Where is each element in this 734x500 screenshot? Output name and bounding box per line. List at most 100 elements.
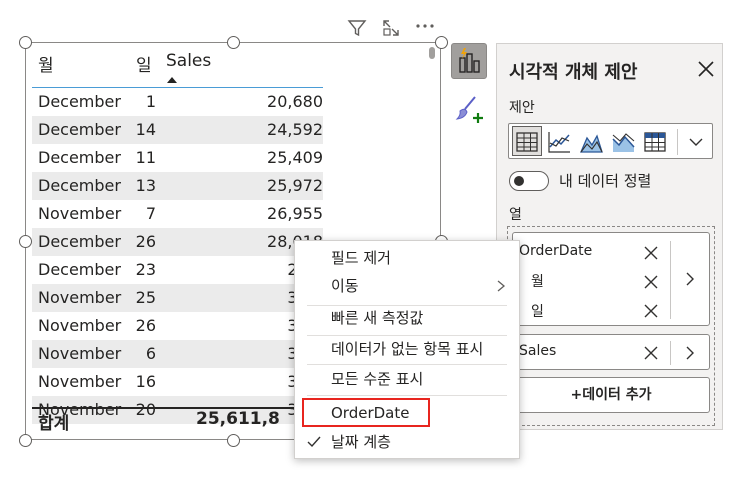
columns-well: OrderDate 월 일 Sales +데이터 추가 (507, 226, 715, 426)
field-day: 일 (531, 304, 544, 320)
row-day: 6 (145, 344, 156, 363)
table-row[interactable]: December 1 20,680 (32, 88, 323, 116)
row-day: 26 (135, 232, 156, 251)
table-row[interactable]: December2329,3 (32, 256, 323, 284)
row-day: 25 (135, 288, 156, 307)
sort-ascending-icon (167, 77, 177, 83)
paintbrush-add-icon (455, 96, 483, 123)
filter-icon[interactable] (347, 18, 367, 38)
resize-handle-top[interactable] (227, 36, 240, 49)
checkmark-icon (307, 436, 321, 448)
menu-item-show-items-no-data[interactable]: 데이터가 없는 항목 표시 (295, 334, 519, 364)
row-day: 14 (135, 120, 156, 139)
table-row[interactable]: December 13 25,972 (32, 172, 323, 200)
field-sales: Sales (519, 343, 557, 359)
submenu-chevron-icon (497, 280, 506, 292)
row-day: 1 (145, 92, 156, 111)
remove-sales-icon[interactable] (643, 345, 659, 361)
resize-handle-bottom[interactable] (227, 434, 240, 447)
row-month: November (38, 288, 122, 307)
context-menu: 필드 제거 이동 빠른 새 측정값 데이터가 없는 항목 표시 모든 수준 표시… (294, 240, 520, 459)
row-day: 23 (135, 260, 156, 279)
table-row[interactable]: November631,5 (32, 340, 323, 368)
row-sales: 25,409 (267, 148, 323, 167)
column-header-day[interactable]: 일 (136, 51, 152, 76)
visual-suggestions-button[interactable] (451, 43, 487, 79)
column-header-sales[interactable]: Sales (166, 51, 211, 71)
row-month: December (38, 176, 121, 195)
suggestions-label: 제안 (509, 100, 535, 116)
more-options-icon[interactable] (415, 18, 435, 38)
row-month: November (38, 316, 122, 335)
format-visual-button[interactable] (451, 91, 487, 127)
resize-handle-top-right[interactable] (435, 36, 448, 49)
menu-item-show-all-levels[interactable]: 모든 수준 표시 (295, 364, 519, 394)
table-row[interactable]: November 7 26,955 (32, 200, 323, 228)
row-month: November (38, 344, 122, 363)
card-divider (670, 241, 671, 319)
total-label: 합계 (38, 414, 70, 434)
visual-suggestions-pane: 시각적 개체 제안 제안 내 데이터 정렬 열 OrderDate 월 일 Sa… (496, 43, 723, 430)
row-sales: 25,972 (267, 176, 323, 195)
resize-handle-bottom-left[interactable] (19, 434, 32, 447)
area-chart-type-icon[interactable] (578, 129, 604, 155)
table-type-icon[interactable] (514, 129, 540, 155)
menu-item-date-hierarchy[interactable]: 날짜 계층 (295, 427, 519, 457)
row-sales: 26,955 (267, 204, 323, 223)
row-month: December (38, 120, 121, 139)
chevron-down-icon[interactable] (687, 134, 705, 150)
row-sales: 24,592 (267, 120, 323, 139)
row-month: December (38, 232, 121, 251)
column-header-month[interactable]: 월 (38, 51, 54, 76)
pane-title: 시각적 개체 제안 (509, 62, 638, 83)
menu-separator (307, 395, 507, 396)
row-month: December (38, 260, 121, 279)
row-month: November (38, 372, 122, 391)
row-day: 7 (145, 204, 156, 223)
table-row[interactable]: November1631,6 (32, 368, 323, 396)
chevron-right-icon[interactable] (683, 345, 697, 361)
table-row[interactable]: November2630,6 (32, 312, 323, 340)
bar-chart-lightning-icon (459, 48, 480, 73)
row-day: 16 (135, 372, 156, 391)
resize-handle-top-left[interactable] (19, 36, 32, 49)
close-icon[interactable] (696, 59, 716, 79)
type-picker-divider (677, 129, 678, 155)
chevron-right-icon[interactable] (683, 271, 697, 287)
matrix-type-icon[interactable] (642, 129, 668, 155)
field-orderdate: OrderDate (519, 243, 593, 259)
remove-orderdate-icon[interactable] (643, 245, 659, 261)
focus-mode-icon[interactable] (381, 18, 401, 38)
card-divider (670, 341, 671, 365)
add-data-button[interactable]: +데이터 추가 (512, 377, 710, 413)
line-chart-type-icon[interactable] (546, 129, 572, 155)
row-month: November (38, 204, 122, 223)
visual-type-picker (508, 123, 713, 159)
resize-handle-left[interactable] (19, 235, 32, 248)
table-row[interactable]: December 14 24,592 (32, 116, 323, 144)
row-month: December (38, 148, 121, 167)
row-day: 26 (135, 316, 156, 335)
columns-label: 열 (509, 207, 522, 223)
remove-month-icon[interactable] (643, 274, 659, 290)
sales-field-card[interactable]: Sales (512, 334, 710, 370)
menu-item-remove-field[interactable]: 필드 제거 (295, 243, 519, 273)
row-day: 13 (135, 176, 156, 195)
table-row[interactable]: December2628,018 (32, 228, 323, 256)
menu-item-move-label: 이동 (331, 277, 359, 295)
menu-item-move[interactable]: 이동 (295, 271, 519, 301)
row-day: 20 (135, 400, 156, 419)
remove-day-icon[interactable] (643, 303, 659, 319)
table-row[interactable]: December 11 25,409 (32, 144, 323, 172)
menu-item-quick-measure[interactable]: 빠른 새 측정값 (295, 303, 519, 333)
row-day: 11 (135, 148, 156, 167)
highlight-box (302, 398, 430, 427)
sort-data-toggle[interactable] (509, 171, 549, 191)
scrollbar-thumb[interactable] (429, 47, 435, 59)
row-sales: 20,680 (267, 92, 323, 111)
orderdate-hierarchy-card[interactable]: OrderDate 월 일 (512, 232, 710, 326)
sort-data-label: 내 데이터 정렬 (559, 172, 652, 190)
row-month: December (38, 92, 121, 111)
table-row[interactable]: November2530,0 (32, 284, 323, 312)
line-area-chart-type-icon[interactable] (610, 129, 636, 155)
